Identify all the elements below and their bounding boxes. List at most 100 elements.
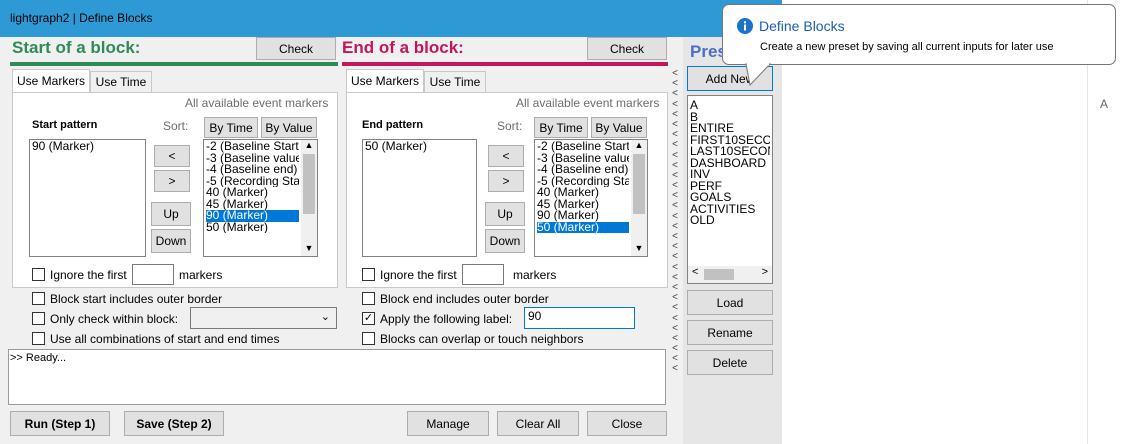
list-item-selected[interactable]: 50 (Marker): [537, 221, 629, 233]
start-tab-use-time[interactable]: Use Time: [90, 71, 152, 93]
list-item-selected[interactable]: 90 (Marker): [206, 210, 299, 222]
list-item[interactable]: -4 (Baseline end): [206, 164, 299, 176]
start-add-button[interactable]: <: [154, 145, 190, 167]
end-add-button[interactable]: <: [488, 145, 524, 167]
start-pattern-list[interactable]: 90 (Marker): [29, 139, 146, 257]
start-within-checkbox[interactable]: [32, 312, 45, 325]
title-bar: lightgraph2 | Define Blocks: [0, 0, 782, 37]
start-down-button[interactable]: Down: [151, 229, 191, 253]
scroll-thumb[interactable]: [633, 153, 645, 214]
list-item[interactable]: -2 (Baseline Starte: [206, 141, 299, 153]
chevron-left-icon: <: [672, 302, 678, 314]
list-item[interactable]: OLD: [690, 215, 770, 227]
tooltip-balloon: Define Blocks Create a new preset by sav…: [722, 4, 1116, 65]
list-item[interactable]: 50 (Marker): [206, 222, 299, 234]
close-button[interactable]: Close: [587, 411, 667, 436]
list-item[interactable]: -2 (Baseline Starte: [537, 141, 629, 153]
end-remove-button[interactable]: >: [488, 170, 524, 192]
start-sort-by-time-button[interactable]: By Time: [204, 117, 258, 138]
list-item[interactable]: 40 (Marker): [206, 187, 299, 199]
start-up-button[interactable]: Up: [151, 202, 191, 226]
end-overlap-checkbox[interactable]: [362, 332, 375, 345]
end-available-label: All available event markers: [516, 96, 660, 110]
list-item[interactable]: 50 (Marker): [365, 141, 474, 153]
end-check-button[interactable]: Check: [587, 37, 667, 60]
list-item[interactable]: 90 (Marker): [537, 210, 629, 222]
chevron-left-icon: <: [672, 139, 678, 151]
list-item[interactable]: -5 (Recording Sta: [537, 176, 629, 188]
list-item[interactable]: B: [690, 112, 770, 124]
end-tab-use-time[interactable]: Use Time: [424, 71, 486, 93]
list-item[interactable]: DASHBOARD: [690, 158, 770, 170]
start-within-select[interactable]: ⌄: [190, 307, 337, 329]
list-item[interactable]: 45 (Marker): [537, 199, 629, 211]
load-preset-button[interactable]: Load: [687, 290, 773, 315]
start-check-button[interactable]: Check: [256, 37, 336, 60]
list-item[interactable]: GOALS: [690, 192, 770, 204]
list-item[interactable]: -3 (Baseline value: [537, 153, 629, 165]
scroll-right-icon[interactable]: >: [762, 266, 768, 279]
end-up-button[interactable]: Up: [485, 202, 525, 226]
list-item[interactable]: LAST10SECON: [690, 146, 770, 158]
status-text: >> Ready...: [10, 352, 67, 364]
scroll-thumb[interactable]: [704, 269, 734, 280]
scroll-left-icon[interactable]: <: [692, 266, 698, 279]
start-ignore-count-input[interactable]: [132, 264, 174, 285]
start-tab-use-markers[interactable]: Use Markers: [12, 69, 90, 93]
save-step2-button[interactable]: Save (Step 2): [124, 411, 224, 436]
scroll-down-icon[interactable]: ▼: [631, 243, 647, 255]
start-sort-by-value-button[interactable]: By Value: [261, 117, 317, 138]
end-ignore-checkbox[interactable]: [362, 268, 375, 281]
start-event-list[interactable]: -2 (Baseline Starte -3 (Baseline value -…: [203, 139, 318, 257]
list-item[interactable]: -4 (Baseline end): [537, 164, 629, 176]
scroll-up-icon[interactable]: ▲: [631, 140, 647, 152]
start-combinations-checkbox[interactable]: [32, 332, 45, 345]
scroll-down-icon[interactable]: ▼: [301, 243, 317, 255]
manage-button[interactable]: Manage: [407, 411, 489, 436]
list-item[interactable]: A: [690, 100, 770, 112]
clear-all-button[interactable]: Clear All: [497, 411, 579, 436]
end-pattern-list[interactable]: 50 (Marker): [362, 139, 477, 257]
start-heading: Start of a block:: [12, 38, 141, 57]
list-item[interactable]: 90 (Marker): [32, 141, 143, 153]
end-down-button[interactable]: Down: [485, 229, 525, 253]
end-sort-by-time-button[interactable]: By Time: [534, 117, 588, 138]
end-ignore-label: Ignore the first: [380, 268, 457, 282]
end-ignore-count-input[interactable]: [462, 264, 504, 285]
end-apply-label-checkbox[interactable]: ✓: [362, 312, 375, 325]
list-item[interactable]: 45 (Marker): [206, 199, 299, 211]
rename-preset-button[interactable]: Rename: [687, 320, 773, 345]
collapse-arrow-strip[interactable]: < < < < < < < < < < < < < < < < < < < < < < < < < < < < < <: [668, 68, 682, 379]
start-ignore-label: Ignore the first: [50, 268, 127, 282]
start-outer-border-checkbox[interactable]: [32, 292, 45, 305]
delete-preset-button[interactable]: Delete: [687, 350, 773, 375]
run-step1-button[interactable]: Run (Step 1): [10, 411, 110, 436]
list-item[interactable]: PERF: [690, 181, 770, 193]
end-sort-label: Sort:: [497, 119, 523, 133]
scroll-thumb[interactable]: [303, 153, 315, 214]
start-combinations-label: Use all combinations of start and end ti…: [50, 332, 280, 346]
list-item[interactable]: ACTIVITIES: [690, 204, 770, 216]
start-event-scrollbar[interactable]: ▲ ▼: [301, 140, 317, 256]
list-item[interactable]: ENTIRE: [690, 123, 770, 135]
status-log[interactable]: >> Ready...: [8, 349, 666, 405]
end-sort-by-value-button[interactable]: By Value: [591, 117, 647, 138]
end-outer-border-checkbox[interactable]: [362, 292, 375, 305]
list-item[interactable]: -3 (Baseline value: [206, 153, 299, 165]
preset-hscrollbar[interactable]: < >: [688, 266, 772, 283]
list-item[interactable]: -5 (Recording Sta: [206, 176, 299, 188]
start-remove-button[interactable]: >: [154, 170, 190, 192]
define-blocks-window: lightgraph2 | Define Blocks Start of a b…: [0, 0, 782, 444]
end-ignore-suffix: markers: [513, 268, 557, 282]
end-apply-label-input[interactable]: 90: [524, 307, 635, 329]
end-event-list[interactable]: -2 (Baseline Starte -3 (Baseline value -…: [534, 139, 648, 257]
preset-list[interactable]: A B ENTIRE FIRST10SECON LAST10SECON DASH…: [687, 95, 773, 284]
end-event-scrollbar[interactable]: ▲ ▼: [631, 140, 647, 256]
list-item[interactable]: FIRST10SECON: [690, 135, 770, 147]
scroll-up-icon[interactable]: ▲: [301, 140, 317, 152]
start-ignore-checkbox[interactable]: [32, 268, 45, 281]
start-ignore-suffix: markers: [179, 268, 223, 282]
end-tab-use-markers[interactable]: Use Markers: [346, 69, 424, 93]
list-item[interactable]: 40 (Marker): [537, 187, 629, 199]
list-item[interactable]: INV: [690, 169, 770, 181]
